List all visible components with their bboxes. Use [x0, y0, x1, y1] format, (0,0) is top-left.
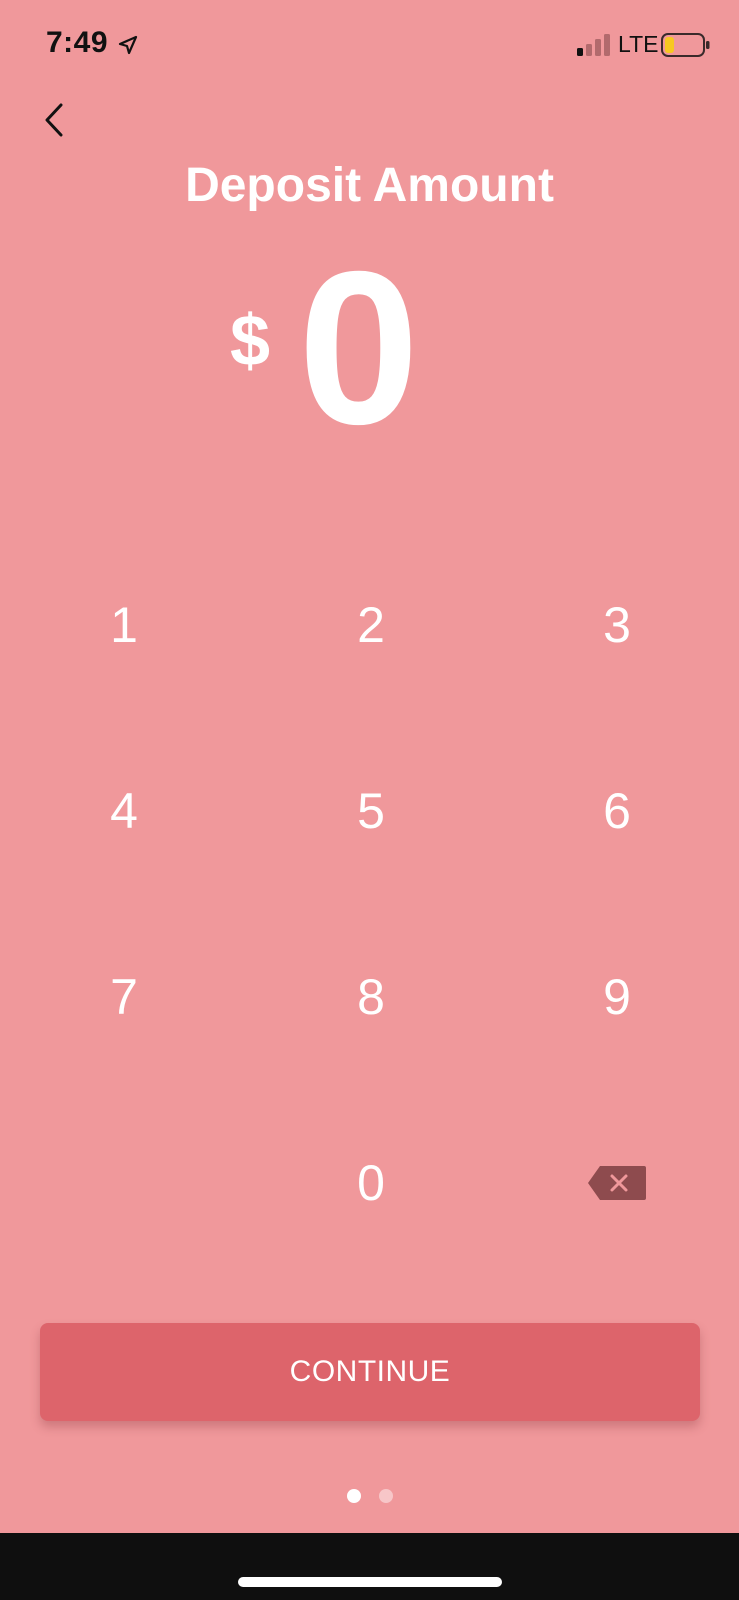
back-button[interactable]	[28, 90, 80, 150]
key-1[interactable]: 1	[44, 565, 204, 685]
currency-symbol: $	[230, 301, 271, 381]
continue-button[interactable]: CONTINUE	[40, 1323, 700, 1421]
key-3[interactable]: 3	[537, 565, 697, 685]
page-dot-1[interactable]	[346, 1489, 361, 1503]
key-5[interactable]: 5	[291, 751, 451, 871]
home-indicator-area	[0, 1533, 739, 1600]
key-7[interactable]: 7	[44, 937, 204, 1057]
network-type-label: LTE	[618, 31, 659, 57]
backspace-icon	[588, 1166, 646, 1200]
key-6[interactable]: 6	[537, 751, 697, 871]
key-8[interactable]: 8	[291, 937, 451, 1057]
key-2[interactable]: 2	[291, 565, 451, 685]
status-bar: 7:49 LTE	[0, 0, 739, 90]
chevron-left-icon	[45, 103, 63, 137]
battery-low-icon	[661, 33, 710, 57]
amount-value: 0	[298, 227, 420, 470]
page-indicator	[0, 1489, 739, 1505]
key-0[interactable]: 0	[291, 1123, 451, 1243]
home-indicator[interactable]	[238, 1577, 502, 1587]
location-arrow-icon	[118, 35, 138, 55]
amount-display: $ 0	[0, 240, 739, 458]
key-9[interactable]: 9	[537, 937, 697, 1057]
backspace-button[interactable]	[537, 1123, 697, 1243]
page-title: Deposit Amount	[185, 159, 554, 212]
key-4[interactable]: 4	[44, 751, 204, 871]
deposit-amount-screen: 7:49 LTE Deposit Amount $ 0 1 2 3 4 5 6 …	[0, 0, 739, 1600]
status-time: 7:49	[46, 26, 109, 59]
cellular-signal-icon	[577, 34, 610, 56]
page-dot-2[interactable]	[378, 1489, 393, 1503]
